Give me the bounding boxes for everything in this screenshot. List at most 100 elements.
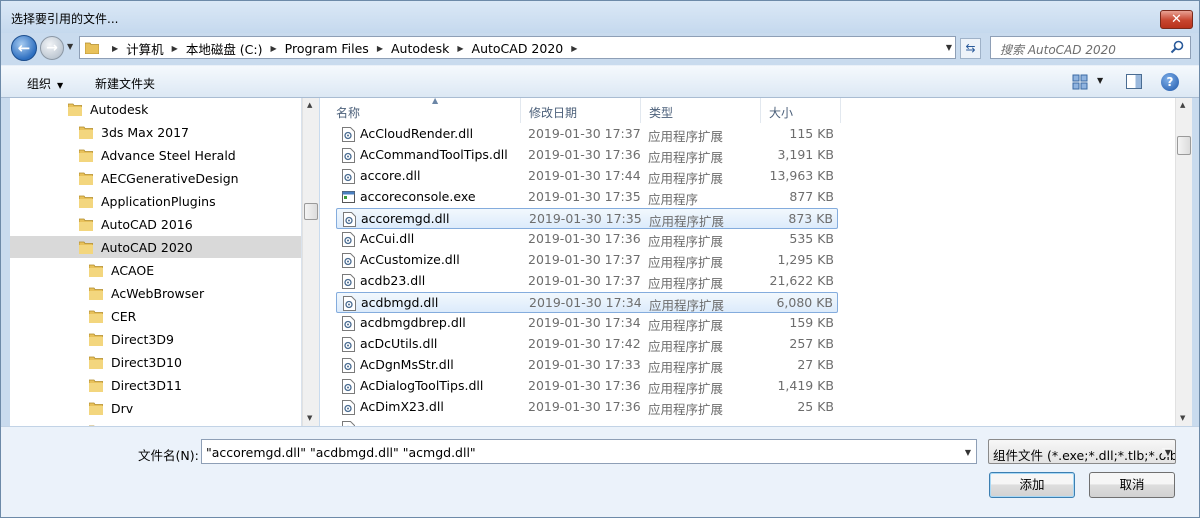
recent-pages-dropdown-icon[interactable]: ▼ xyxy=(67,42,73,51)
organize-button[interactable]: 组织 ▼ xyxy=(27,75,63,92)
forward-button[interactable]: → xyxy=(40,36,64,60)
file-name: accore.dll xyxy=(360,168,421,183)
tree-item[interactable]: Advance Steel Herald xyxy=(10,144,301,166)
tree-item[interactable]: Direct3D9 xyxy=(10,328,301,350)
add-button[interactable]: 添加 xyxy=(989,472,1075,498)
filename-label: 文件名(N): xyxy=(138,448,199,463)
file-list: ▲ 名称 修改日期 类型 大小 AcCloudRender.dll 2019-01-… xyxy=(320,98,1175,426)
file-row[interactable]: AcCui.dll 2019-01-30 17:36 应用程序扩展 535 KB xyxy=(336,229,838,250)
file-date: 2019-01-30 17:42 xyxy=(528,336,641,351)
dll-icon xyxy=(342,337,355,352)
breadcrumb-separator-icon[interactable]: ▶ xyxy=(112,44,118,53)
back-button[interactable]: ← xyxy=(11,35,37,61)
folder-icon xyxy=(68,103,82,116)
file-row[interactable]: acdbmgdbrep.dll 2019-01-30 17:34 应用程序扩展 159… xyxy=(336,313,838,334)
tree-item[interactable]: Direct3D11 xyxy=(10,374,301,396)
address-dropdown-icon[interactable]: ▼ xyxy=(946,43,952,52)
file-row[interactable]: accore.dll 2019-01-30 17:44 应用程序扩展 13,963 K… xyxy=(336,166,838,187)
file-row[interactable]: accoremgd.dll 2019-01-30 17:35 应用程序扩展 873 K… xyxy=(336,208,838,229)
file-row[interactable]: accoreconsole.exe 2019-01-30 17:35 应用程序 877… xyxy=(336,187,838,208)
help-icon[interactable]: ? xyxy=(1161,73,1179,91)
views-dropdown-icon[interactable]: ▼ xyxy=(1097,76,1103,85)
column-header-size[interactable]: 大小 xyxy=(761,98,841,123)
column-header-name[interactable]: ▲ 名称 xyxy=(328,98,521,123)
filename-value: "accoremgd.dll" "acdbmgd.dll" "acmgd.dll… xyxy=(206,445,476,460)
file-name: acdb23.dll xyxy=(360,273,426,288)
breadcrumb-separator-icon[interactable]: ▶ xyxy=(457,44,463,53)
file-row[interactable]: acDcUtils.dll 2019-01-30 17:42 应用程序扩展 257 K… xyxy=(336,334,838,355)
scroll-up-icon[interactable]: ▲ xyxy=(1180,101,1185,109)
tree-item[interactable]: AECGenerativeDesign xyxy=(10,167,301,189)
breadcrumb-item[interactable]: 计算机 xyxy=(126,39,164,58)
file-size: 159 KB xyxy=(789,315,834,330)
cancel-button[interactable]: 取消 xyxy=(1089,472,1175,498)
file-size: 13,963 KB xyxy=(769,168,834,183)
tree-item-label: CER xyxy=(111,308,137,324)
tree-item[interactable]: ApplicationPlugins xyxy=(10,190,301,212)
tree-item-label: AcWebBrowser xyxy=(111,285,205,301)
scroll-thumb[interactable] xyxy=(1177,136,1191,155)
tree-item-label: AECGenerativeDesign xyxy=(101,170,239,186)
refresh-button[interactable]: ⇆ xyxy=(960,38,981,59)
title-bar: 选择要引用的文件... ✕ xyxy=(1,1,1199,33)
file-row[interactable]: AcDialogToolTips.dll 2019-01-30 17:36 应用程序… xyxy=(336,376,838,397)
organize-label: 组织 xyxy=(27,77,52,91)
tree-item[interactable]: Autodesk xyxy=(10,98,301,120)
scroll-up-icon[interactable]: ▲ xyxy=(307,101,312,109)
file-row[interactable]: AcDgnMsStr.dll 2019-01-30 17:33 应用程序扩展 27 K… xyxy=(336,355,838,376)
scroll-down-icon[interactable]: ▼ xyxy=(1180,414,1185,422)
file-row[interactable] xyxy=(336,418,838,426)
tree-item[interactable]: CER xyxy=(10,305,301,327)
file-type: 应用程序扩展 xyxy=(648,171,724,186)
breadcrumb-separator-icon[interactable]: ▶ xyxy=(377,44,383,53)
filename-dropdown-icon[interactable]: ▼ xyxy=(965,448,971,457)
search-icon[interactable] xyxy=(1170,40,1184,54)
tree-item-label: Advance Steel Herald xyxy=(101,147,236,163)
column-header-type[interactable]: 类型 xyxy=(641,98,761,123)
navigation-bar: ← → ▼ ▶ 计算机 ▶ 本地磁盘 (C:) ▶ Program Files ▶ Autod… xyxy=(1,33,1199,63)
tree-item[interactable]: AcWebBrowser xyxy=(10,282,301,304)
file-row[interactable]: acdb23.dll 2019-01-30 17:37 应用程序扩展 21,622 K… xyxy=(336,271,838,292)
breadcrumb-separator-icon[interactable]: ▶ xyxy=(271,44,277,53)
column-header-date[interactable]: 修改日期 xyxy=(521,98,641,123)
filename-input[interactable]: "accoremgd.dll" "acdbmgd.dll" "acmgd.dll… xyxy=(201,439,977,464)
search-input[interactable]: 搜索 AutoCAD 2020 xyxy=(990,36,1191,59)
tree-item[interactable]: Drv xyxy=(10,397,301,419)
file-type: 应用程序扩展 xyxy=(648,129,724,144)
filetype-select[interactable]: 组件文件 (*.exe;*.dll;*.tlb;*.olb ▼ xyxy=(988,439,1176,464)
breadcrumb-item[interactable]: Autodesk xyxy=(391,41,449,56)
tree-item[interactable]: AutoCAD 2020 xyxy=(10,236,301,258)
address-bar[interactable]: ▶ 计算机 ▶ 本地磁盘 (C:) ▶ Program Files ▶ Autodesk ▶ Au… xyxy=(79,36,956,59)
folder-icon xyxy=(79,241,93,254)
breadcrumb-item[interactable]: AutoCAD 2020 xyxy=(472,41,564,56)
breadcrumb-separator-icon[interactable]: ▶ xyxy=(571,44,577,53)
tree-item-label: Direct3D9 xyxy=(111,331,174,347)
tree-scrollbar[interactable]: ▲ ▼ xyxy=(302,98,319,426)
file-list-scrollbar[interactable]: ▲ ▼ xyxy=(1175,98,1192,426)
file-row[interactable]: AcCloudRender.dll 2019-01-30 17:37 应用程序扩展 1… xyxy=(336,124,838,145)
close-button[interactable]: ✕ xyxy=(1160,10,1193,29)
filetype-dropdown-icon[interactable]: ▼ xyxy=(1161,448,1171,457)
file-row[interactable]: AcCustomize.dll 2019-01-30 17:37 应用程序扩展 1,2… xyxy=(336,250,838,271)
breadcrumb-item[interactable]: 本地磁盘 (C:) xyxy=(186,39,263,58)
preview-pane-icon[interactable] xyxy=(1126,74,1142,89)
views-icon[interactable] xyxy=(1072,74,1088,90)
tree-item[interactable]: AutoCAD 2016 xyxy=(10,213,301,235)
chevron-down-icon: ▼ xyxy=(57,81,64,90)
file-size: 21,622 KB xyxy=(769,273,834,288)
breadcrumb-item[interactable]: Program Files xyxy=(285,41,369,56)
dll-icon xyxy=(342,274,355,289)
tree-item[interactable]: Direct3D10 xyxy=(10,351,301,373)
file-type: 应用程序扩展 xyxy=(648,318,724,333)
folder-icon xyxy=(79,126,93,139)
scroll-down-icon[interactable]: ▼ xyxy=(307,414,312,422)
tree-item[interactable]: ACAOE xyxy=(10,259,301,281)
file-row[interactable]: AcCommandToolTips.dll 2019-01-30 17:36 应用程… xyxy=(336,145,838,166)
new-folder-button[interactable]: 新建文件夹 xyxy=(95,75,155,92)
scroll-thumb[interactable] xyxy=(304,203,318,220)
tree-item[interactable]: 3ds Max 2017 xyxy=(10,121,301,143)
file-row[interactable]: acdbmgd.dll 2019-01-30 17:34 应用程序扩展 6,080 K… xyxy=(336,292,838,313)
file-row[interactable]: AcDimX23.dll 2019-01-30 17:36 应用程序扩展 25 KB xyxy=(336,397,838,418)
breadcrumb-separator-icon[interactable]: ▶ xyxy=(172,44,178,53)
tree-item-label: Direct3D10 xyxy=(111,354,182,370)
